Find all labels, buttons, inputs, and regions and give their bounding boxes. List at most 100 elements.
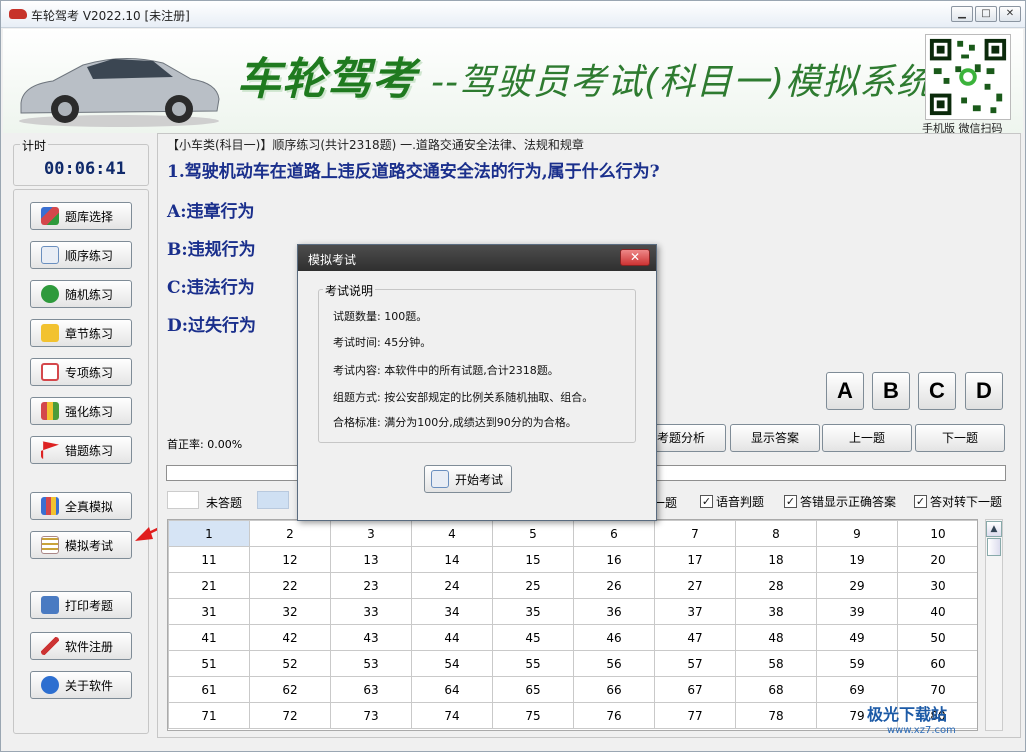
question-number-cell[interactable]: 21 [168, 572, 250, 599]
answer-a-button[interactable]: A [826, 372, 864, 410]
question-number-cell[interactable]: 35 [492, 598, 574, 625]
previous-question-button[interactable]: 上一题 [822, 424, 912, 452]
question-number-cell[interactable]: 47 [654, 624, 736, 651]
show-answer-button[interactable]: 显示答案 [730, 424, 820, 452]
scroll-up-icon[interactable]: ▲ [986, 521, 1002, 537]
question-number-cell[interactable]: 29 [816, 572, 898, 599]
question-number-cell[interactable]: 4 [411, 520, 493, 547]
minimize-button[interactable]: ▁ [951, 6, 973, 22]
question-number-cell[interactable]: 19 [816, 546, 898, 573]
print-questions-button[interactable]: 打印考题 [30, 591, 132, 619]
grid-scrollbar[interactable]: ▲ [985, 519, 1003, 731]
question-number-cell[interactable]: 6 [573, 520, 655, 547]
question-number-cell[interactable]: 14 [411, 546, 493, 573]
question-number-cell[interactable]: 59 [816, 650, 898, 677]
question-number-cell[interactable]: 52 [249, 650, 331, 677]
question-number-cell[interactable]: 16 [573, 546, 655, 573]
question-number-cell[interactable]: 55 [492, 650, 574, 677]
question-number-cell[interactable]: 10 [897, 520, 977, 547]
question-number-cell[interactable]: 38 [735, 598, 817, 625]
question-number-cell[interactable]: 32 [249, 598, 331, 625]
question-number-cell[interactable]: 25 [492, 572, 574, 599]
dialog-close-button[interactable]: ✕ [620, 249, 650, 266]
option-c[interactable]: C:违法行为 [167, 273, 255, 298]
close-button[interactable]: ✕ [999, 6, 1021, 22]
question-number-cell[interactable]: 73 [330, 702, 412, 729]
question-number-cell[interactable]: 9 [816, 520, 898, 547]
question-number-cell[interactable]: 43 [330, 624, 412, 651]
question-number-cell[interactable]: 69 [816, 676, 898, 703]
question-number-cell[interactable]: 23 [330, 572, 412, 599]
question-number-cell[interactable]: 1 [168, 520, 250, 547]
question-number-cell[interactable]: 3 [330, 520, 412, 547]
question-number-cell[interactable]: 70 [897, 676, 977, 703]
question-number-cell[interactable]: 57 [654, 650, 736, 677]
question-number-cell[interactable]: 13 [330, 546, 412, 573]
question-number-cell[interactable]: 72 [249, 702, 331, 729]
question-number-cell[interactable]: 54 [411, 650, 493, 677]
question-number-cell[interactable]: 76 [573, 702, 655, 729]
question-number-cell[interactable]: 12 [249, 546, 331, 573]
question-number-cell[interactable]: 63 [330, 676, 412, 703]
auto-next-checkbox[interactable]: ✓ 答对转下一题 [914, 493, 1002, 510]
question-number-cell[interactable]: 15 [492, 546, 574, 573]
scroll-thumb[interactable] [987, 538, 1001, 556]
voice-judge-checkbox[interactable]: ✓ 语音判题 [700, 493, 764, 510]
about-software-button[interactable]: 关于软件 [30, 671, 132, 699]
mock-exam-button[interactable]: 模拟考试 [30, 531, 132, 559]
question-number-cell[interactable]: 60 [897, 650, 977, 677]
question-number-cell[interactable]: 17 [654, 546, 736, 573]
question-number-cell[interactable]: 66 [573, 676, 655, 703]
answer-c-button[interactable]: C [918, 372, 956, 410]
question-number-cell[interactable]: 22 [249, 572, 331, 599]
question-number-cell[interactable]: 2 [249, 520, 331, 547]
question-number-cell[interactable]: 7 [654, 520, 736, 547]
question-number-cell[interactable]: 42 [249, 624, 331, 651]
question-number-cell[interactable]: 67 [654, 676, 736, 703]
title-bar[interactable]: 车轮驾考 V2022.10 [未注册] ▁ □ ✕ [1, 1, 1025, 28]
option-d[interactable]: D:过失行为 [167, 311, 256, 336]
question-number-cell[interactable]: 44 [411, 624, 493, 651]
question-number-cell[interactable]: 75 [492, 702, 574, 729]
question-number-cell[interactable]: 30 [897, 572, 977, 599]
answer-b-button[interactable]: B [872, 372, 910, 410]
question-number-cell[interactable]: 48 [735, 624, 817, 651]
question-number-cell[interactable]: 68 [735, 676, 817, 703]
question-number-cell[interactable]: 27 [654, 572, 736, 599]
question-number-cell[interactable]: 39 [816, 598, 898, 625]
question-number-cell[interactable]: 24 [411, 572, 493, 599]
option-a[interactable]: A:违章行为 [167, 197, 254, 222]
question-number-cell[interactable]: 33 [330, 598, 412, 625]
question-number-cell[interactable]: 56 [573, 650, 655, 677]
chapter-practice-button[interactable]: 章节练习 [30, 319, 132, 347]
question-number-cell[interactable]: 65 [492, 676, 574, 703]
question-number-cell[interactable]: 49 [816, 624, 898, 651]
option-b[interactable]: B:违规行为 [167, 235, 256, 260]
next-question-button[interactable]: 下一题 [915, 424, 1005, 452]
question-number-cell[interactable]: 11 [168, 546, 250, 573]
start-exam-button[interactable]: 开始考试 [424, 465, 512, 493]
question-number-cell[interactable]: 45 [492, 624, 574, 651]
question-number-cell[interactable]: 78 [735, 702, 817, 729]
question-number-cell[interactable]: 8 [735, 520, 817, 547]
question-number-cell[interactable]: 34 [411, 598, 493, 625]
question-number-cell[interactable]: 20 [897, 546, 977, 573]
question-number-cell[interactable]: 18 [735, 546, 817, 573]
question-number-cell[interactable]: 37 [654, 598, 736, 625]
wrong-questions-button[interactable]: 错题练习 [30, 436, 132, 464]
maximize-button[interactable]: □ [975, 6, 997, 22]
sequential-practice-button[interactable]: 顺序练习 [30, 241, 132, 269]
special-practice-button[interactable]: 专项练习 [30, 358, 132, 386]
question-number-cell[interactable]: 77 [654, 702, 736, 729]
question-number-cell[interactable]: 41 [168, 624, 250, 651]
question-number-cell[interactable]: 26 [573, 572, 655, 599]
question-number-cell[interactable]: 58 [735, 650, 817, 677]
random-practice-button[interactable]: 随机练习 [30, 280, 132, 308]
question-number-cell[interactable]: 51 [168, 650, 250, 677]
full-simulation-button[interactable]: 全真模拟 [30, 492, 132, 520]
question-number-cell[interactable]: 28 [735, 572, 817, 599]
answer-d-button[interactable]: D [965, 372, 1003, 410]
question-number-cell[interactable]: 50 [897, 624, 977, 651]
dialog-title-bar[interactable]: 模拟考试 ✕ [298, 245, 656, 271]
question-number-cell[interactable]: 62 [249, 676, 331, 703]
